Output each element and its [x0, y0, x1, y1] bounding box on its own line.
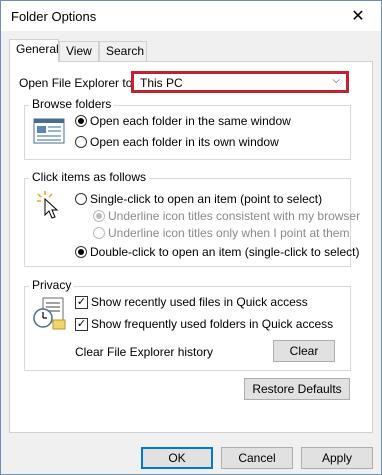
recent-files-label[interactable]: Show recently used files in Quick access	[91, 295, 308, 309]
tab-search[interactable]: Search	[99, 41, 147, 61]
underline-point-label[interactable]: Underline icon titles only when I point …	[108, 226, 349, 240]
click-items-title: Click items as follows	[29, 170, 150, 184]
frequent-folders-label[interactable]: Show frequently used folders in Quick ac…	[91, 317, 333, 331]
double-click-label[interactable]: Double-click to open an item (single-cli…	[90, 245, 359, 259]
open-explorer-label: Open File Explorer to:	[19, 76, 136, 90]
own-window-label[interactable]: Open each folder in its own window	[90, 135, 279, 149]
checkbox-recent-files[interactable]: ✓	[75, 296, 88, 309]
radio-single-click[interactable]	[75, 193, 87, 205]
open-explorer-value: This PC	[140, 76, 183, 90]
tab-view[interactable]: View	[59, 41, 99, 61]
radio-same-window[interactable]	[75, 115, 87, 127]
tab-general[interactable]: General	[9, 39, 59, 62]
folder-options-window: Folder Options ✕ General View Search Ope…	[0, 0, 382, 475]
browse-folders-title: Browse folders	[29, 97, 115, 111]
apply-button[interactable]: Apply	[301, 447, 373, 469]
same-window-label[interactable]: Open each folder in the same window	[90, 114, 291, 128]
clear-history-label: Clear File Explorer history	[75, 345, 214, 359]
window-title: Folder Options	[11, 9, 97, 24]
radio-underline-point[interactable]	[93, 227, 105, 239]
open-explorer-dropdown[interactable]: This PC ⌵	[131, 71, 349, 93]
single-click-label[interactable]: Single-click to open an item (point to s…	[90, 192, 322, 206]
clear-button[interactable]: Clear	[273, 340, 335, 362]
privacy-title: Privacy	[29, 278, 75, 292]
close-icon[interactable]: ✕	[335, 1, 381, 31]
privacy-clock-icon	[33, 296, 67, 333]
checkbox-frequent-folders[interactable]: ✓	[75, 318, 88, 331]
underline-consistent-label[interactable]: Underline icon titles consistent with my…	[108, 209, 360, 223]
ok-button[interactable]: OK	[141, 447, 213, 469]
radio-underline-consistent[interactable]	[93, 210, 105, 222]
cursor-click-icon	[35, 189, 65, 224]
chevron-down-icon: ⌵	[332, 75, 340, 86]
cancel-button[interactable]: Cancel	[221, 447, 293, 469]
restore-defaults-button[interactable]: Restore Defaults	[244, 378, 350, 400]
radio-own-window[interactable]	[75, 136, 87, 148]
window-browse-icon	[33, 118, 65, 149]
title-bar: Folder Options ✕	[1, 1, 381, 31]
radio-double-click[interactable]	[75, 246, 87, 258]
